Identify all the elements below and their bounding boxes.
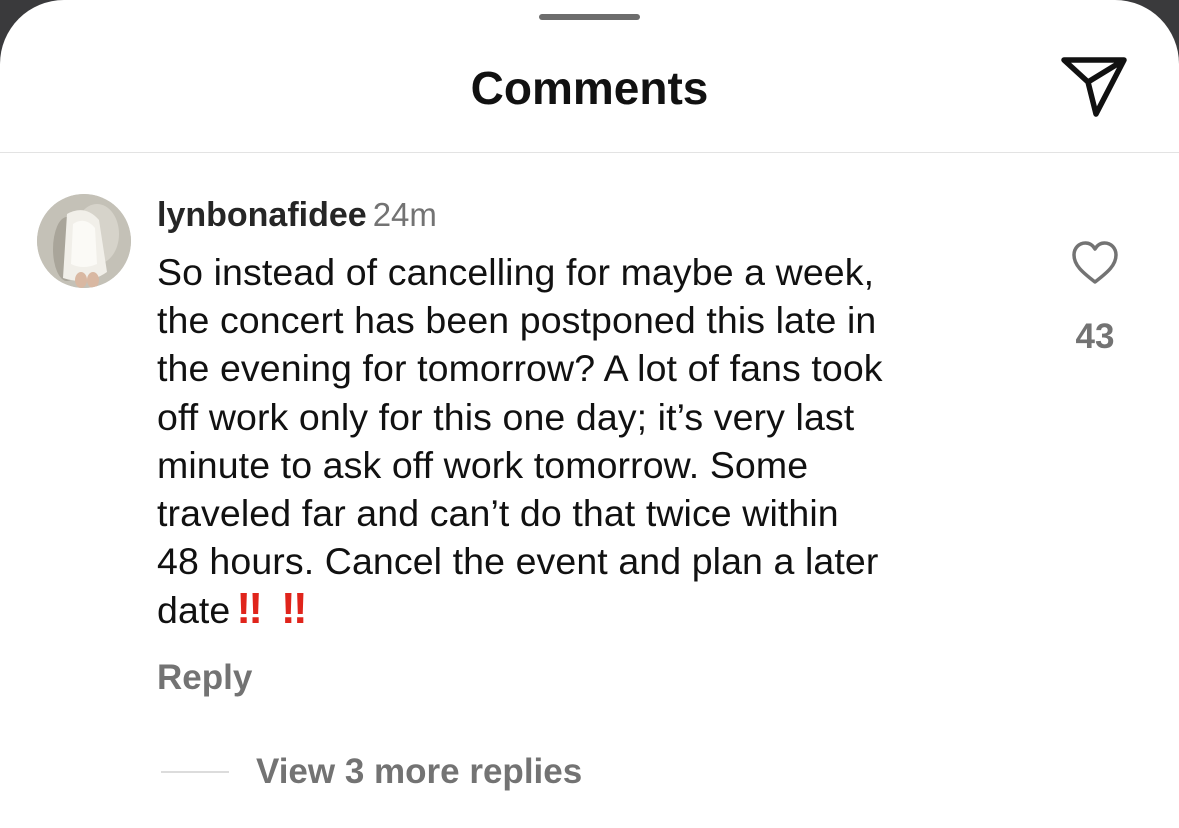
double-exclamation-emoji: ‼ bbox=[280, 584, 308, 634]
reply-button[interactable]: Reply bbox=[157, 656, 252, 700]
double-exclamation-emoji: ‼ bbox=[236, 584, 263, 634]
like-count: 43 bbox=[1075, 317, 1115, 356]
comment-username[interactable]: lynbonafidee bbox=[157, 196, 367, 234]
comment-line: minute to ask off work tomorrow. Some bbox=[157, 443, 809, 486]
avatar[interactable] bbox=[37, 194, 131, 288]
comment-line: the evening for tomorrow? A lot of fans … bbox=[157, 347, 883, 390]
replies-divider bbox=[161, 771, 229, 773]
view-more-replies-button[interactable]: View 3 more replies bbox=[256, 750, 582, 794]
user-avatar bbox=[37, 194, 131, 288]
comment-last-line: date ‼ ‼ bbox=[157, 585, 1037, 634]
sheet-grabber[interactable] bbox=[539, 14, 640, 20]
like-button[interactable] bbox=[1070, 240, 1120, 286]
share-button[interactable] bbox=[1058, 54, 1130, 118]
comment-line: the concert has been postponed this late… bbox=[157, 299, 877, 342]
comment-line: So instead of cancelling for maybe a wee… bbox=[157, 251, 875, 293]
comment-line: traveled far and can’t do that twice wit… bbox=[157, 492, 839, 535]
comment-line: off work only for this one day; it’s ver… bbox=[157, 395, 855, 438]
comments-sheet: Comments lynbonafidee 24m So instead of c… bbox=[0, 0, 1179, 828]
comment-line: date bbox=[157, 589, 231, 632]
comment-line: 48 hours. Cancel the event and plan a la… bbox=[157, 540, 879, 583]
header-divider bbox=[0, 152, 1179, 153]
page-title: Comments bbox=[470, 62, 709, 114]
comment-text: So instead of cancelling for maybe a wee… bbox=[157, 248, 1037, 635]
paper-plane-icon bbox=[1061, 57, 1127, 117]
comment-meta: lynbonafidee 24m bbox=[157, 193, 437, 237]
heart-outline-icon bbox=[1072, 241, 1118, 284]
comment-timestamp: 24m bbox=[372, 196, 437, 233]
